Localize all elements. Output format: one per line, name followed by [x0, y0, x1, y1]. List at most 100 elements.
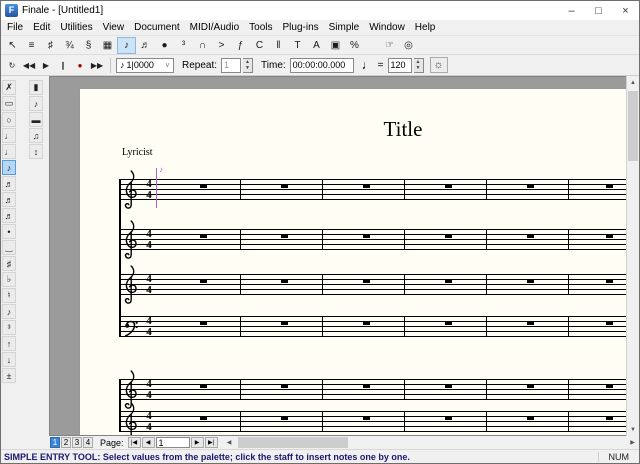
- augmentation-dot-icon[interactable]: •: [2, 224, 16, 239]
- chevron-down-icon[interactable]: ∨: [165, 61, 170, 69]
- half-step-down-icon[interactable]: ↓: [2, 352, 16, 367]
- double-whole-note-icon[interactable]: ▭: [2, 96, 16, 111]
- last-page-button[interactable]: ▶|: [205, 437, 218, 448]
- repitch-icon[interactable]: ↕: [29, 144, 43, 159]
- tempo-input[interactable]: [388, 58, 412, 73]
- natural-icon[interactable]: ♮: [2, 288, 16, 303]
- page-number-input[interactable]: [156, 437, 190, 448]
- horizontal-scroll-thumb[interactable]: [238, 437, 348, 448]
- title-bar[interactable]: F Finale - [Untitled1] – □ ×: [1, 1, 639, 20]
- sixtyfourth-note-icon[interactable]: ♬: [2, 208, 16, 223]
- minimize-button[interactable]: –: [558, 1, 585, 20]
- eraser-icon[interactable]: ✗: [2, 80, 16, 95]
- scroll-down-arrow-icon[interactable]: ▼: [627, 423, 639, 436]
- time-display[interactable]: [290, 58, 354, 73]
- key-signature-tool-icon[interactable]: ♯: [41, 37, 60, 54]
- menu-help[interactable]: Help: [410, 22, 441, 33]
- measure-tool-icon[interactable]: ▦: [98, 37, 117, 54]
- text-tool-icon[interactable]: T: [288, 37, 307, 54]
- horizontal-scrollbar[interactable]: ◀ ▶: [223, 436, 639, 449]
- chord-entry-icon[interactable]: ♫: [29, 128, 43, 143]
- hyperscribe-tool-icon[interactable]: ●: [155, 37, 174, 54]
- scroll-up-arrow-icon[interactable]: ▲: [627, 76, 639, 89]
- smartshape-tool-icon[interactable]: ∩: [193, 37, 212, 54]
- playback-counter[interactable]: ♪ 1|0000 ∨: [116, 58, 174, 73]
- close-button[interactable]: ×: [612, 1, 639, 20]
- note-entry-icon[interactable]: ♪: [29, 96, 43, 111]
- horizontal-scroll-track[interactable]: [236, 436, 626, 449]
- whole-note-icon[interactable]: ○: [2, 112, 16, 127]
- menu-view[interactable]: View: [98, 22, 130, 33]
- staff[interactable]: [120, 316, 626, 337]
- page-layout-tool-icon[interactable]: ▣: [326, 37, 345, 54]
- tempo-spinner[interactable]: ▲ ▼: [414, 58, 424, 73]
- menu-edit[interactable]: Edit: [28, 22, 55, 33]
- menu-document[interactable]: Document: [129, 22, 185, 33]
- thirtysecond-note-icon[interactable]: ♬: [2, 192, 16, 207]
- play-button[interactable]: ▶: [38, 58, 54, 73]
- sixteenth-note-icon[interactable]: ♬: [2, 176, 16, 191]
- score-viewport[interactable]: Title Lyricist 444444444444♪: [49, 76, 626, 436]
- simple-entry-tool-icon[interactable]: ♪: [117, 37, 136, 54]
- spinner-down-icon[interactable]: ▼: [245, 65, 250, 71]
- staff[interactable]: [120, 274, 626, 295]
- repeat-tool-icon[interactable]: ‖: [269, 37, 288, 54]
- pause-button[interactable]: ∥: [55, 58, 71, 73]
- zoom-tool-icon[interactable]: ◎: [399, 37, 418, 54]
- page-view-button-3[interactable]: 3: [72, 437, 82, 448]
- page-view-button-1[interactable]: 1: [50, 437, 60, 448]
- chord-tool-icon[interactable]: C: [250, 37, 269, 54]
- rest-entry-icon[interactable]: ▬: [29, 112, 43, 127]
- half-step-up-icon[interactable]: ↑: [2, 336, 16, 351]
- repeat-spinner[interactable]: ▲ ▼: [243, 58, 253, 73]
- staff[interactable]: [120, 411, 626, 432]
- selection-tool-icon[interactable]: ↖: [3, 37, 22, 54]
- menu-window[interactable]: Window: [364, 22, 410, 33]
- tuplet-icon[interactable]: ³: [2, 320, 16, 335]
- expression-tool-icon[interactable]: ƒ: [231, 37, 250, 54]
- staff-tool-icon[interactable]: ≡: [22, 37, 41, 54]
- menu-simple[interactable]: Simple: [324, 22, 365, 33]
- lyrics-tool-icon[interactable]: A: [307, 37, 326, 54]
- menu-plug-ins[interactable]: Plug-ins: [278, 22, 324, 33]
- rewind-to-start-button[interactable]: ◀◀: [21, 58, 37, 73]
- menu-utilities[interactable]: Utilities: [55, 22, 97, 33]
- menu-midi-audio[interactable]: MIDI/Audio: [185, 22, 244, 33]
- tie-icon[interactable]: ‿: [2, 240, 16, 255]
- playback-settings-button[interactable]: ☼: [430, 57, 448, 73]
- hand-grabber-tool-icon[interactable]: ☞: [380, 37, 399, 54]
- scroll-left-arrow-icon[interactable]: ◀: [223, 436, 236, 449]
- grace-note-icon[interactable]: ♪: [2, 304, 16, 319]
- staff[interactable]: [120, 229, 626, 250]
- scroll-right-arrow-icon[interactable]: ▶: [626, 436, 639, 449]
- menu-tools[interactable]: Tools: [244, 22, 277, 33]
- repeat-input[interactable]: [221, 58, 241, 73]
- caret-tool-icon[interactable]: ▮: [29, 80, 43, 95]
- playback-loop-button[interactable]: ↻: [4, 58, 20, 73]
- time-signature-tool-icon[interactable]: ¾: [60, 37, 79, 54]
- staff[interactable]: [120, 379, 626, 400]
- staff[interactable]: [120, 179, 626, 200]
- maximize-button[interactable]: □: [585, 1, 612, 20]
- interval-icon[interactable]: ±: [2, 368, 16, 383]
- half-note-icon[interactable]: ♩: [2, 128, 16, 143]
- tuplet-tool-icon[interactable]: ³: [174, 37, 193, 54]
- speedy-entry-tool-icon[interactable]: ♬: [136, 37, 155, 54]
- eighth-note-icon[interactable]: ♪: [2, 160, 16, 175]
- clef-tool-icon[interactable]: §: [79, 37, 98, 54]
- page-view-button-2[interactable]: 2: [61, 437, 71, 448]
- next-page-button[interactable]: ▶: [191, 437, 204, 448]
- score-page[interactable]: Title Lyricist 444444444444♪: [80, 89, 626, 436]
- first-page-button[interactable]: |◀: [128, 437, 141, 448]
- flat-icon[interactable]: ♭: [2, 272, 16, 287]
- page-view-button-4[interactable]: 4: [83, 437, 93, 448]
- articulation-tool-icon[interactable]: >: [212, 37, 231, 54]
- vertical-scroll-thumb[interactable]: [628, 91, 638, 161]
- vertical-scrollbar[interactable]: ▲ ▼: [626, 76, 639, 436]
- menu-file[interactable]: File: [2, 22, 28, 33]
- record-button[interactable]: ●: [72, 58, 88, 73]
- quarter-note-icon[interactable]: ♩: [2, 144, 16, 159]
- sharp-icon[interactable]: ♯: [2, 256, 16, 271]
- prev-page-button[interactable]: ◀: [142, 437, 155, 448]
- vertical-scroll-track[interactable]: [627, 89, 639, 423]
